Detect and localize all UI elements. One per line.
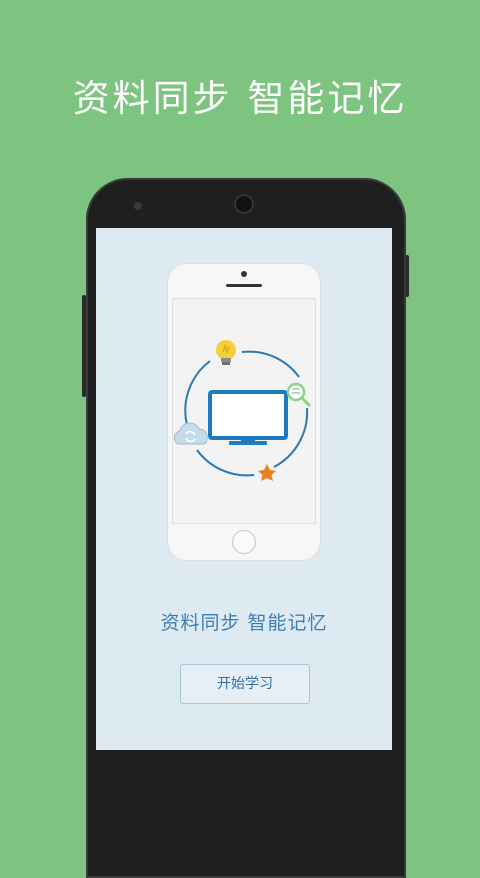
tagline: 资料同步 智能记忆 — [160, 612, 328, 634]
start-learning-button[interactable]: 开始学习 — [180, 664, 310, 704]
device-camera-icon — [236, 196, 252, 212]
magnifier-icon — [286, 382, 311, 407]
star-icon — [258, 464, 276, 481]
monitor-icon — [208, 390, 288, 445]
lightbulb-icon — [216, 340, 236, 365]
cloud-sync-icon — [173, 422, 208, 445]
sync-illustration — [173, 340, 311, 481]
device-speaker — [134, 202, 142, 210]
headline: 资料同步 智能记忆 — [72, 77, 408, 120]
device-screen: 资料同步 智能记忆 开始学习 — [96, 228, 392, 750]
